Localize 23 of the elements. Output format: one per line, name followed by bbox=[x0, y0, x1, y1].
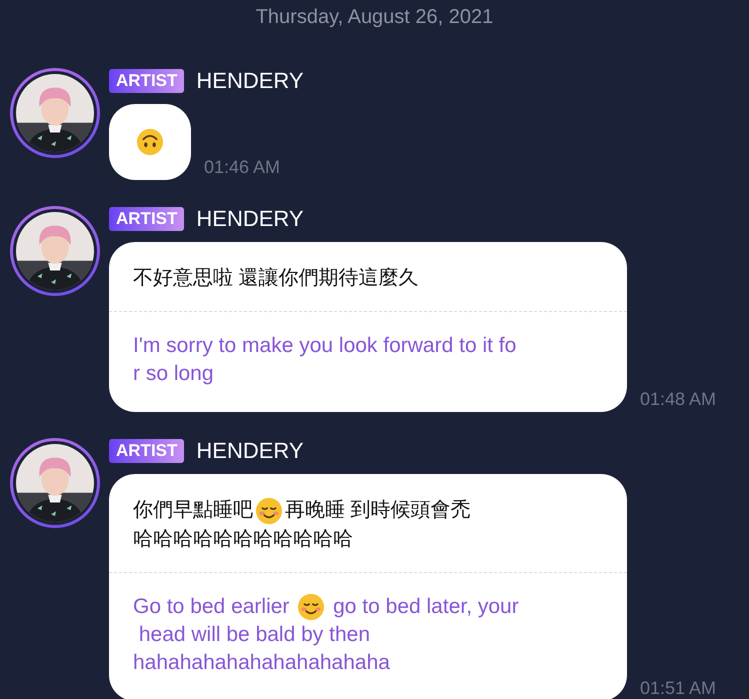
message-time: 01:51 AM bbox=[640, 678, 716, 699]
message-text: 再晚睡 到時候頭會禿 bbox=[285, 498, 471, 523]
upside-down-face-icon bbox=[136, 128, 164, 156]
translation-text: hahahahahahahahahahaha bbox=[133, 650, 390, 676]
sender-name: HENDERY bbox=[196, 206, 304, 232]
message-text: 哈哈哈哈哈哈哈哈哈哈哈 bbox=[133, 527, 353, 552]
sender-name: HENDERY bbox=[196, 68, 304, 94]
translation-text: I'm sorry to make you look forward to it fo bbox=[133, 333, 516, 359]
translation-text: go to bed later, your bbox=[332, 594, 519, 620]
message-text: 不好意思啦 還讓你們期待這麼久 bbox=[133, 266, 419, 291]
translation-text: Go to bed earlier bbox=[133, 594, 290, 620]
date-divider: Thursday, August 26, 2021 bbox=[256, 5, 494, 30]
role-badge: ARTIST bbox=[109, 439, 184, 463]
role-badge: ARTIST bbox=[109, 207, 184, 231]
message-time: 01:46 AM bbox=[204, 157, 280, 179]
message-time: 01:48 AM bbox=[640, 389, 716, 411]
translation-text: head will be bald by then bbox=[138, 622, 370, 648]
translation-text: r so long bbox=[133, 361, 214, 387]
sender-name: HENDERY bbox=[196, 438, 304, 464]
message-text: 你們早點睡吧 bbox=[133, 498, 253, 523]
smiling-face-icon bbox=[297, 593, 326, 621]
smiling-face-icon bbox=[255, 496, 283, 524]
role-badge: ARTIST bbox=[109, 69, 184, 93]
